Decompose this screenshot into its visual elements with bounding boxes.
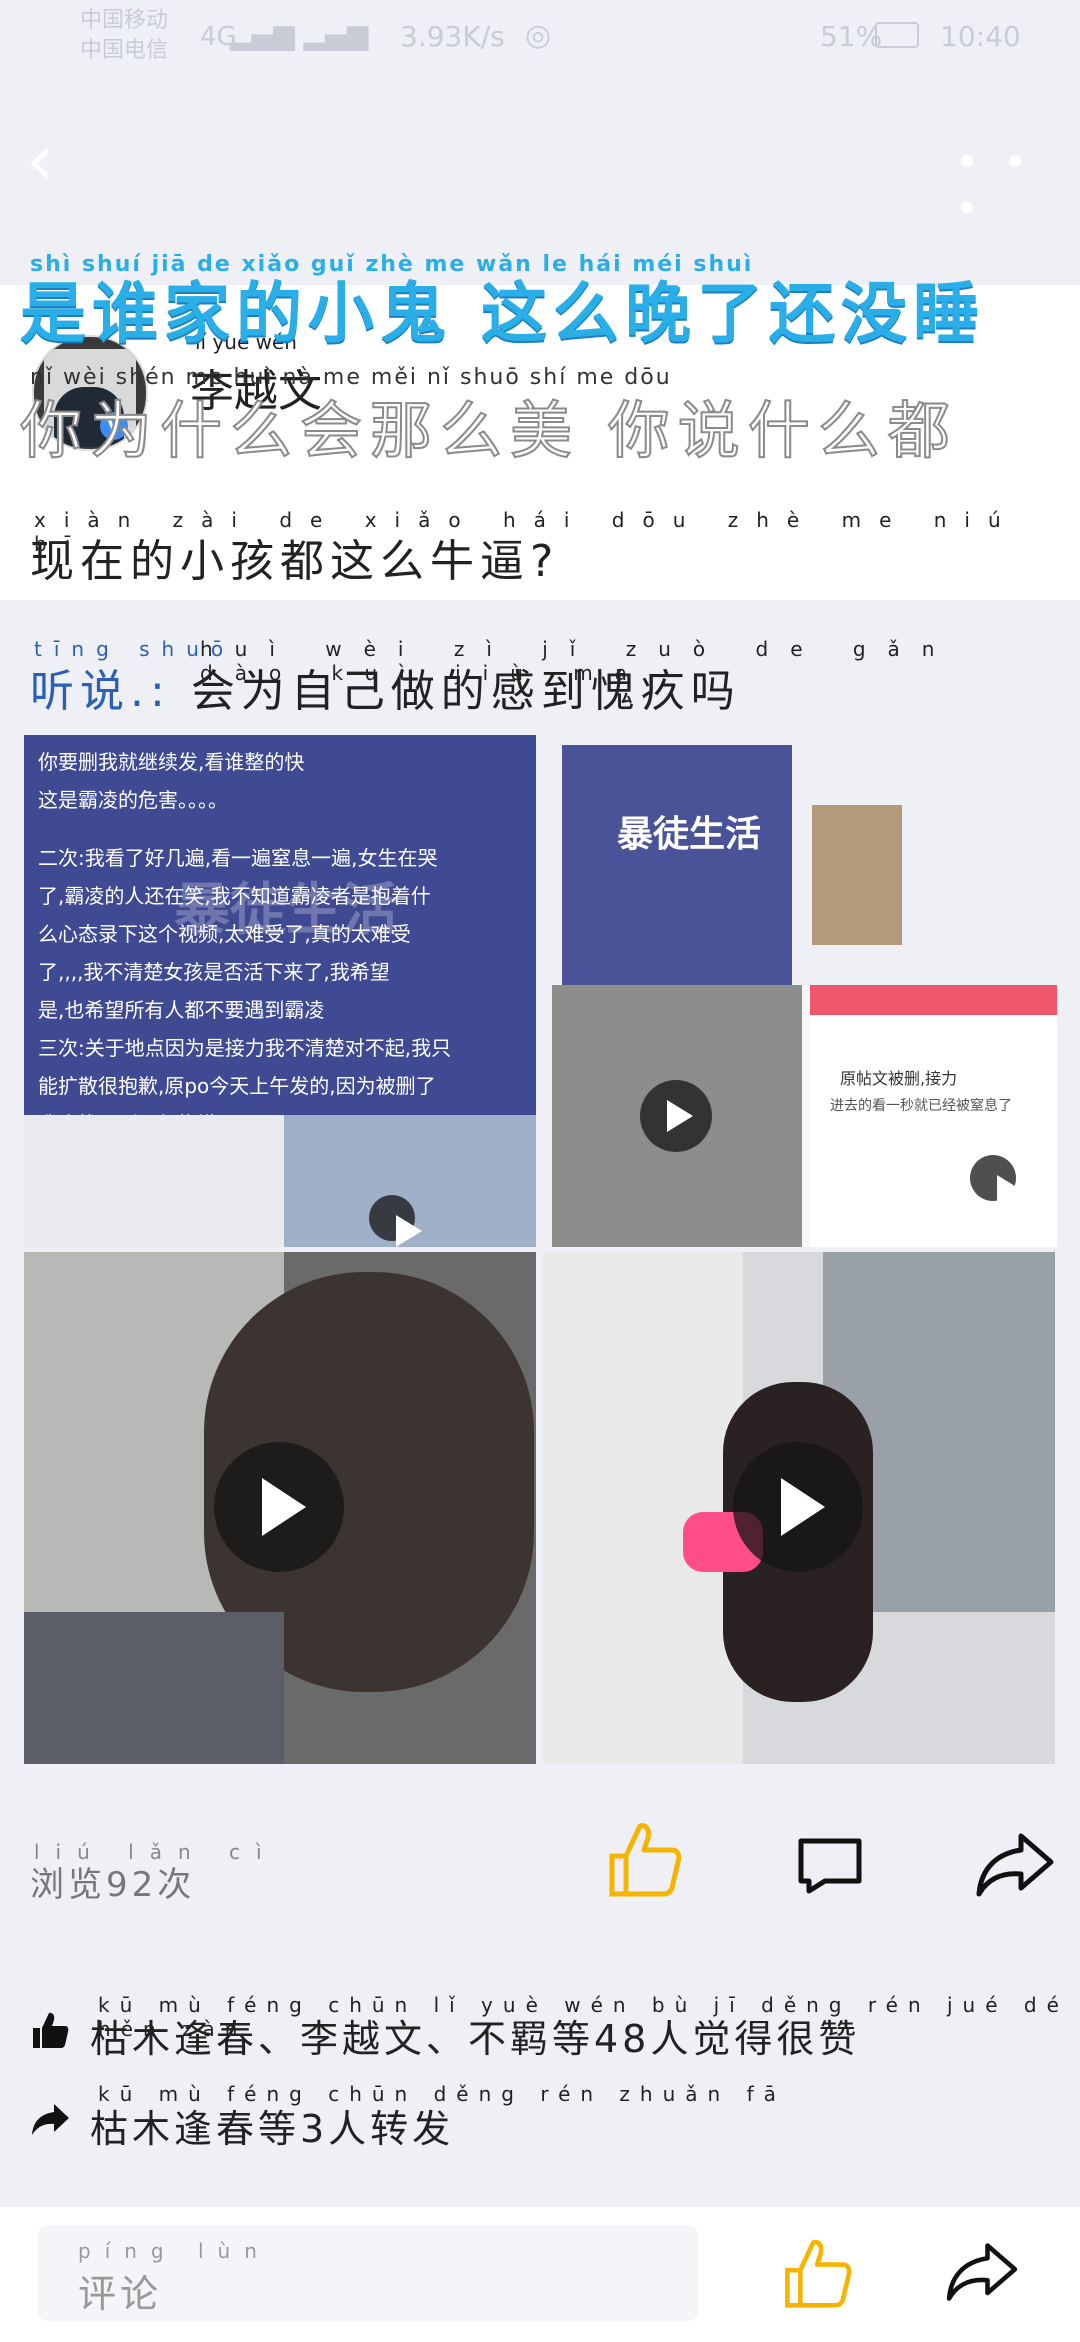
repost-line: 听说.: 会为自己做的感到愧疚吗	[30, 655, 741, 719]
comment-placeholder-pinyin: píng lùn	[78, 2239, 271, 2263]
play-icon	[369, 1195, 422, 1247]
post-text: 现在的小孩都这么牛逼?	[30, 536, 560, 587]
like-icon[interactable]	[606, 1818, 682, 1898]
overlay-line2: 你为什么会那么美 你说什么都	[20, 393, 958, 468]
carrier-2: 中国电信	[80, 38, 169, 63]
carrier-labels: 中国移动 中国电信	[80, 6, 168, 66]
repost-text: 会为自己做的感到愧疚吗	[190, 666, 741, 717]
clip-floor	[543, 1252, 743, 1764]
media-thumb-4[interactable]	[543, 1252, 1055, 1764]
share-filled-icon	[32, 2104, 69, 2135]
dialog-text: 原帖文被删,接力	[840, 1069, 958, 1088]
like-summary-text[interactable]: 枯木逢春、李越文、不羁等48人觉得很赞	[90, 2017, 860, 2061]
carrier-1: 中国移动	[80, 8, 169, 33]
blur-bottom	[24, 1612, 284, 1764]
like-summary: 枯木逢春、李越文、不羁等48人觉得很赞	[30, 2008, 860, 2063]
comment-icon[interactable]	[795, 1835, 865, 1895]
share-summary-text[interactable]: 枯木逢春等3人转发	[90, 2107, 454, 2151]
doc-line: 了,,,,我不清楚女孩是否活下来了,我希望	[38, 960, 390, 984]
play-icon	[214, 1442, 344, 1572]
back-icon[interactable]: ‹	[26, 120, 86, 200]
dialog-sub: 进去的看一秒就已经被窒息了	[830, 1098, 1012, 1114]
doc-line: 三次:关于地点因为是接力我不清楚对不起,我只	[38, 1036, 452, 1060]
overlay-line1: 是谁家的小鬼 这么晚了还没睡	[20, 275, 985, 352]
dialog-header	[810, 985, 1057, 1015]
battery-icon	[875, 22, 919, 48]
doc-line: 能扩散很抱歉,原po今天上午发的,因为被删了	[38, 1074, 436, 1098]
signal-icon: ▂▄▆ ▂▄▆	[230, 18, 369, 51]
watermark: 暴徒生活	[174, 878, 398, 943]
share-icon[interactable]	[975, 1830, 1055, 1900]
sync-icon: ◎	[525, 18, 552, 53]
doc-line: 是,也希望所有人都不要遇到霸凌	[38, 998, 325, 1022]
doc-line: 这是霸凌的危害。。。。	[38, 788, 228, 812]
comment-placeholder: 评论	[78, 2272, 163, 2316]
comment-input[interactable]: píng lùn 评论	[38, 2225, 698, 2321]
view-count: 浏览92次	[30, 1865, 196, 1905]
like-filled-icon	[33, 2012, 69, 2048]
play-icon	[733, 1442, 863, 1572]
screenshot-top: 暴徒生活	[552, 735, 1057, 985]
screenshot-text-panel	[562, 745, 792, 985]
doc-line: 你要删我就继续发,看谁整的快	[38, 750, 305, 774]
play-icon	[970, 1155, 1023, 1207]
clock: 10:40	[940, 20, 1021, 53]
bottom-like-icon[interactable]	[780, 2235, 854, 2309]
battery-level: 51%	[820, 20, 883, 53]
net-speed: 3.93K/s	[400, 20, 505, 53]
child-photo	[812, 805, 902, 945]
bottom-share-icon[interactable]	[945, 2240, 1019, 2304]
media-thumb-1[interactable]: 你要删我就继续发,看谁整的快 这是霸凌的危害。。。。 二次:我看了好几遍,看一遍…	[24, 735, 536, 1247]
more-icon[interactable]: • • •	[955, 140, 1065, 232]
share-summary: 枯木逢春等3人转发	[30, 2098, 454, 2153]
media-thumb-2[interactable]: 暴徒生活 原帖文被删,接力 进去的看一秒就已经被窒息了	[552, 735, 1057, 1247]
divider	[28, 1945, 1052, 1947]
watermark-2: 暴徒生活	[617, 814, 762, 855]
play-icon	[640, 1080, 712, 1152]
media-thumb-3[interactable]	[24, 1252, 536, 1764]
dialog-screenshot: 原帖文被删,接力 进去的看一秒就已经被窒息了	[810, 985, 1057, 1247]
embedded-screens	[24, 1115, 536, 1247]
crawl-photo	[552, 985, 802, 1247]
repost-author-link[interactable]: 听说.:	[30, 666, 171, 717]
status-bar: 中国移动 中国电信 4G ▂▄▆ ▂▄▆ 3.93K/s ◎ 51% 10:40	[0, 0, 1080, 80]
